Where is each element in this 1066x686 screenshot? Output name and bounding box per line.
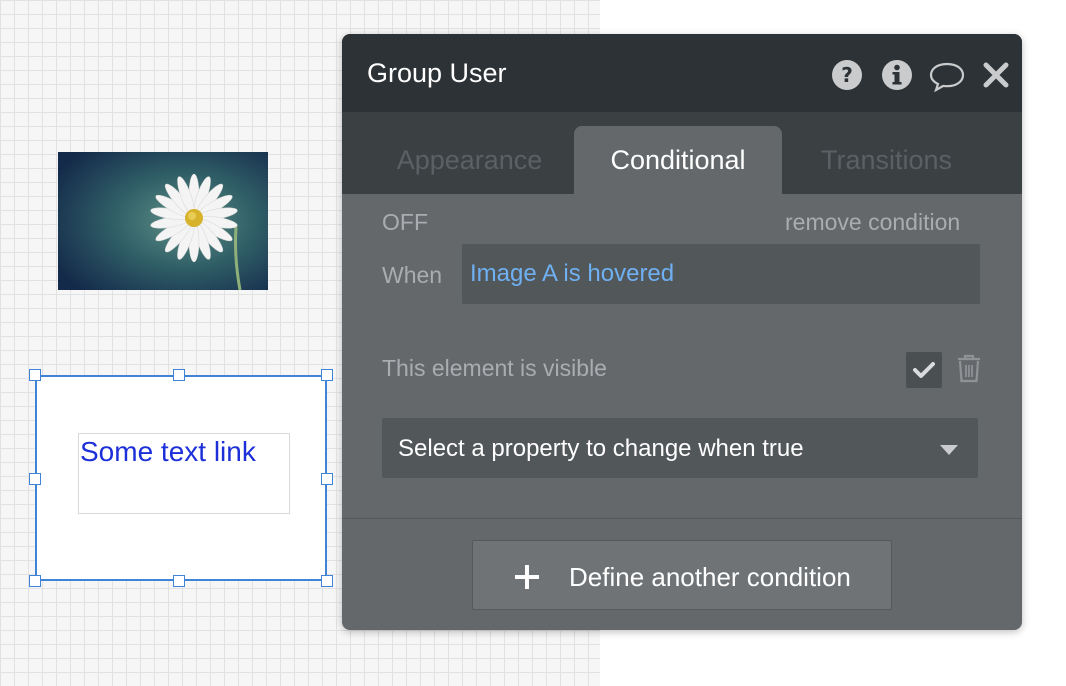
property-select-placeholder: Select a property to change when true xyxy=(398,435,804,462)
tab-bar: Appearance Conditional Transitions xyxy=(342,112,1022,194)
resize-handle-left[interactable] xyxy=(29,473,41,485)
chevron-down-icon xyxy=(940,445,958,455)
define-another-condition-label: Define another condition xyxy=(569,562,851,592)
property-editor-panel: Group User ? Appearance Conditional Tran… xyxy=(342,34,1022,630)
condition-status: OFF xyxy=(382,209,428,235)
property-select[interactable]: Select a property to change when true xyxy=(382,418,978,478)
resize-handle-bottom[interactable] xyxy=(173,575,185,587)
daisy-image xyxy=(58,152,268,290)
resize-handle-bottom-right[interactable] xyxy=(321,575,333,587)
define-another-condition-button[interactable]: Define another condition xyxy=(472,540,892,610)
resize-handle-top[interactable] xyxy=(173,369,185,381)
resize-handle-right[interactable] xyxy=(321,473,333,485)
resize-handle-top-right[interactable] xyxy=(321,369,333,381)
condition-expression[interactable]: Image A is hovered xyxy=(470,260,674,288)
plus-icon xyxy=(515,565,539,589)
text-link[interactable]: Some text link xyxy=(80,436,256,468)
panel-header: Group User ? xyxy=(342,34,1022,112)
info-icon[interactable] xyxy=(880,58,914,92)
resize-handle-bottom-left[interactable] xyxy=(29,575,41,587)
tab-transitions[interactable]: Transitions xyxy=(804,126,969,194)
panel-title: Group User xyxy=(367,58,507,88)
image-a[interactable] xyxy=(58,152,268,290)
when-label: When xyxy=(382,262,443,288)
visible-checkbox[interactable] xyxy=(906,352,942,388)
divider xyxy=(342,518,1022,519)
svg-text:?: ? xyxy=(841,63,853,87)
resize-handle-top-left[interactable] xyxy=(29,369,41,381)
remove-condition-link[interactable]: remove condition xyxy=(785,209,960,236)
trash-icon[interactable] xyxy=(954,352,984,384)
close-icon[interactable] xyxy=(980,58,1012,92)
tab-appearance[interactable]: Appearance xyxy=(382,126,557,194)
comment-icon[interactable] xyxy=(928,58,966,92)
help-icon[interactable]: ? xyxy=(830,58,864,92)
condition-expression-field[interactable]: Image A is hovered xyxy=(462,244,980,304)
property-label: This element is visible xyxy=(382,355,607,381)
tab-conditional[interactable]: Conditional xyxy=(574,126,782,194)
checkmark-icon xyxy=(913,362,935,378)
